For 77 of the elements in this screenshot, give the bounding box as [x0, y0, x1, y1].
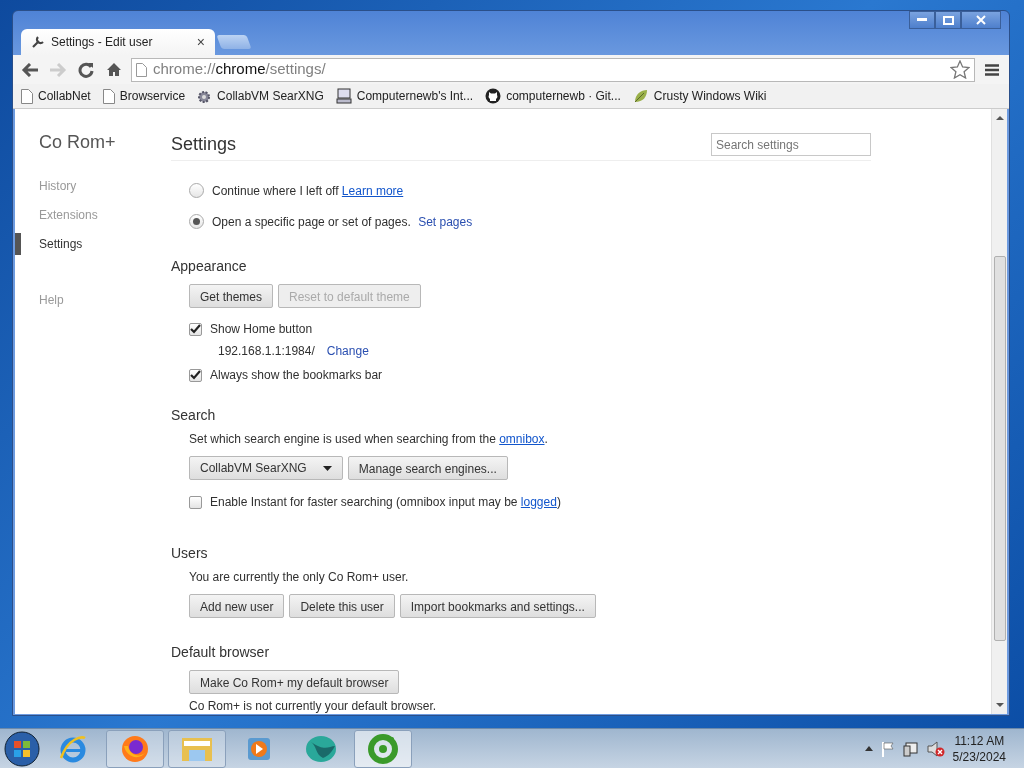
leaf-icon [632, 88, 649, 104]
status-text: Co Rom+ is not currently your default browser. [189, 698, 438, 714]
home-page-url: 192.168.1.1:1984/ [218, 343, 315, 360]
link[interactable]: Set pages [418, 214, 473, 229]
description: You are currently the only Co Rom+ user. [189, 569, 410, 586]
page-icon [21, 88, 33, 104]
caret-icon [322, 465, 332, 471]
section-heading: Search [171, 406, 217, 425]
flag-icon[interactable] [880, 740, 895, 757]
description: Set which search engine is used when searching from the omnibox. [189, 431, 549, 448]
link[interactable]: Change [326, 342, 369, 360]
maximize-icon [942, 15, 954, 25]
muted-speaker-icon[interactable] [926, 740, 945, 757]
taskbar-button[interactable] [106, 729, 164, 768]
search-engine-dropdown[interactable]: CollabVM SearXNG [189, 456, 343, 480]
minimize-icon [917, 18, 927, 22]
maximize-button[interactable] [935, 11, 961, 29]
url-text: chrome://chrome/settings/ [153, 59, 326, 80]
browser-tab[interactable]: Settings - Edit user × [21, 29, 215, 55]
chevron-icon[interactable] [864, 746, 873, 751]
page-icon [136, 62, 147, 77]
option-label: Continue where I left off Learn more [212, 182, 404, 200]
down-arrow-icon[interactable] [995, 702, 1004, 708]
scrollbar[interactable] [991, 109, 1007, 714]
link[interactable]: logged [520, 495, 557, 509]
checkbox[interactable] [189, 368, 202, 382]
section-heading: Appearance [171, 257, 248, 276]
address-bar[interactable]: chrome://chrome/settings/ [131, 57, 975, 82]
bookmark[interactable]: computernewb · Git... [485, 87, 621, 105]
button[interactable]: Add new user [189, 594, 285, 618]
link[interactable]: Learn more [341, 183, 404, 198]
minimize-button[interactable] [909, 11, 935, 29]
checkbox-label: Enable Instant for faster searching (omnibox input may be logged) [210, 494, 561, 511]
search-field[interactable]: Search settings [711, 133, 871, 156]
bookmark[interactable]: CollabNet [21, 87, 91, 105]
section-heading: Users [171, 544, 209, 563]
start-button[interactable] [4, 730, 40, 767]
back-button[interactable] [19, 62, 41, 77]
tab-close-button[interactable]: × [196, 35, 205, 49]
gear-icon [197, 89, 213, 103]
network-icon[interactable] [902, 740, 919, 757]
button[interactable]: Delete this user [289, 594, 395, 618]
taskbar-button[interactable] [354, 729, 412, 768]
clock[interactable]: 11:12 AM 5/23/2024 [952, 732, 1006, 765]
wrench-icon [31, 35, 45, 49]
button[interactable]: Import bookmarks and settings... [399, 594, 596, 618]
close-icon [976, 15, 986, 25]
link[interactable]: omnibox [499, 432, 545, 446]
close-button[interactable] [961, 11, 1001, 29]
cat-icon [485, 88, 502, 104]
star-icon[interactable] [950, 60, 970, 79]
button[interactable]: Get themes [189, 284, 274, 308]
radio-button[interactable] [189, 214, 204, 229]
bookmark[interactable]: Computernewb's Int... [335, 87, 474, 105]
page-title: Settings [171, 133, 237, 156]
globe-icon [305, 733, 337, 764]
browser-icon [58, 733, 88, 764]
sidebar-item[interactable]: Settings [15, 236, 171, 265]
bookmark[interactable]: Browservice [102, 87, 186, 105]
section-heading: Default browser [171, 643, 271, 662]
bookmark[interactable]: CollabVM SearXNG [197, 87, 324, 105]
checkbox-label: Show Home button [210, 321, 313, 338]
button[interactable]: Manage search engines... [347, 456, 508, 480]
checkbox-label: Always show the bookmarks bar [210, 367, 383, 384]
up-arrow-icon[interactable] [995, 115, 1004, 121]
radio-button[interactable] [189, 183, 204, 198]
computer-icon [335, 88, 352, 104]
page-icon [102, 88, 115, 104]
taskbar-button[interactable] [168, 729, 226, 768]
app-title: Co Rom+ [38, 131, 117, 154]
checkbox[interactable] [189, 322, 202, 336]
ring-icon [368, 733, 398, 764]
option-label: Open a specific page or set of pages. Set pages [212, 213, 473, 231]
button[interactable]: Make Co Rom+ my default browser [189, 670, 400, 694]
bookmark[interactable]: Crusty Windows Wiki [632, 87, 767, 105]
fox-icon [120, 733, 150, 764]
checkbox[interactable] [189, 495, 202, 509]
